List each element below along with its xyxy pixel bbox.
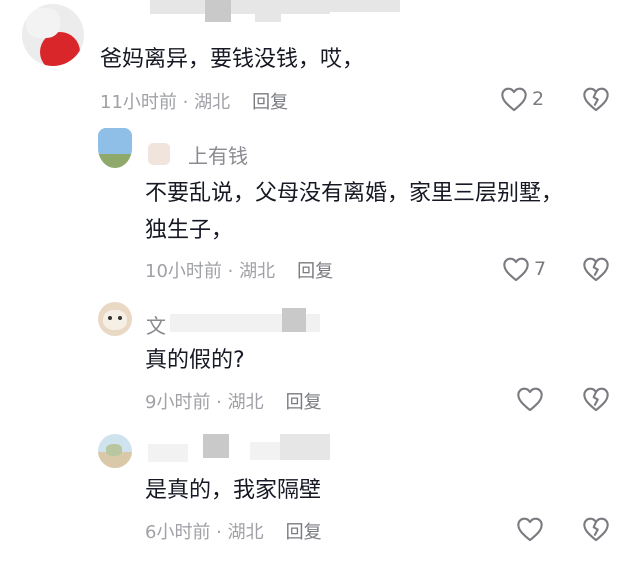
comment-text: 爸妈离异，要钱没钱，哎， (100, 47, 365, 72)
avatar-image (103, 310, 127, 330)
like-count: 7 (534, 258, 547, 280)
broken-heart-icon (583, 257, 609, 282)
avatar[interactable] (98, 128, 132, 168)
heart-outline-icon (503, 257, 529, 282)
comment-username[interactable]: 上有钱 (188, 140, 248, 169)
meta-separator: · (210, 392, 228, 413)
avatar-image (108, 316, 112, 320)
comment-meta: 9小时前 · 湖北 回复 (145, 388, 322, 414)
reply-button[interactable]: 回复 (286, 392, 322, 413)
comment-meta: 6小时前 · 湖北 回复 (145, 518, 322, 544)
username-redacted (280, 434, 330, 460)
avatar-image (26, 8, 60, 38)
username-redacted (282, 308, 306, 332)
username-redacted (290, 0, 400, 12)
comment-text: 真的假的? (145, 348, 245, 373)
comment-location: 湖北 (239, 261, 276, 282)
like-button[interactable] (516, 386, 544, 412)
comment-time: 11小时前 (100, 92, 177, 113)
username-redacted (148, 444, 188, 462)
comment-meta: 11小时前 · 湖北 回复 (100, 88, 288, 114)
comment-2: 上有钱 不要乱说，父母没有离婚，家里三层别墅， 独生子， 10小时前 · 湖北回… (0, 125, 640, 290)
heart-outline-icon (517, 517, 543, 542)
username-redacted (205, 0, 231, 22)
avatar-image (106, 444, 122, 456)
reply-button[interactable]: 回复 (286, 522, 322, 543)
meta-separator: · (210, 522, 228, 543)
like-button[interactable]: 2 (500, 86, 544, 112)
avatar-image (98, 128, 132, 154)
meta-separator: · (221, 261, 240, 282)
username-redacted (255, 0, 281, 22)
comment-time: 10小时前 (145, 261, 222, 282)
avatar-image (118, 316, 122, 320)
avatar-image (98, 154, 132, 168)
like-button[interactable] (516, 516, 544, 542)
dislike-button[interactable] (582, 86, 610, 116)
comment-1: 爸妈离异，要钱没钱，哎， 11小时前 · 湖北 回复 2 (0, 0, 640, 120)
comment-text-line-2: 独生子， (145, 218, 234, 243)
comment-text-line-1: 不要乱说，父母没有离婚，家里三层别墅， (145, 181, 564, 206)
like-count: 2 (532, 88, 545, 110)
comment-time: 6小时前 (145, 522, 211, 543)
comment-3: 文 真的假的? 9小时前 · 湖北 回复 (0, 300, 640, 420)
avatar[interactable] (98, 434, 132, 468)
reply-button[interactable]: 回复 (297, 261, 333, 282)
broken-heart-icon (583, 87, 609, 112)
dislike-button[interactable] (582, 386, 610, 416)
comment-4: 是真的，我家隔壁 6小时前 · 湖北 回复 (0, 430, 640, 560)
like-button[interactable]: 7 (502, 256, 546, 282)
broken-heart-icon (583, 387, 609, 412)
comment-username[interactable]: 文 (146, 310, 166, 339)
avatar[interactable] (22, 4, 84, 66)
avatar[interactable] (98, 302, 132, 336)
comment-location: 湖北 (227, 522, 264, 543)
comment-meta: 10小时前 · 湖北 回复 (145, 257, 333, 283)
username-redacted (148, 143, 170, 165)
heart-outline-icon (501, 87, 527, 112)
comment-time: 9小时前 (145, 392, 211, 413)
meta-separator: · (176, 92, 195, 113)
dislike-button[interactable] (582, 516, 610, 546)
reply-button[interactable]: 回复 (252, 92, 288, 113)
comment-text: 是真的，我家隔壁 (145, 478, 322, 503)
username-redacted (250, 442, 280, 460)
comment-location: 湖北 (194, 92, 231, 113)
dislike-button[interactable] (582, 256, 610, 286)
heart-outline-icon (517, 387, 543, 412)
username-redacted (203, 434, 229, 458)
comment-location: 湖北 (227, 392, 264, 413)
broken-heart-icon (583, 517, 609, 542)
